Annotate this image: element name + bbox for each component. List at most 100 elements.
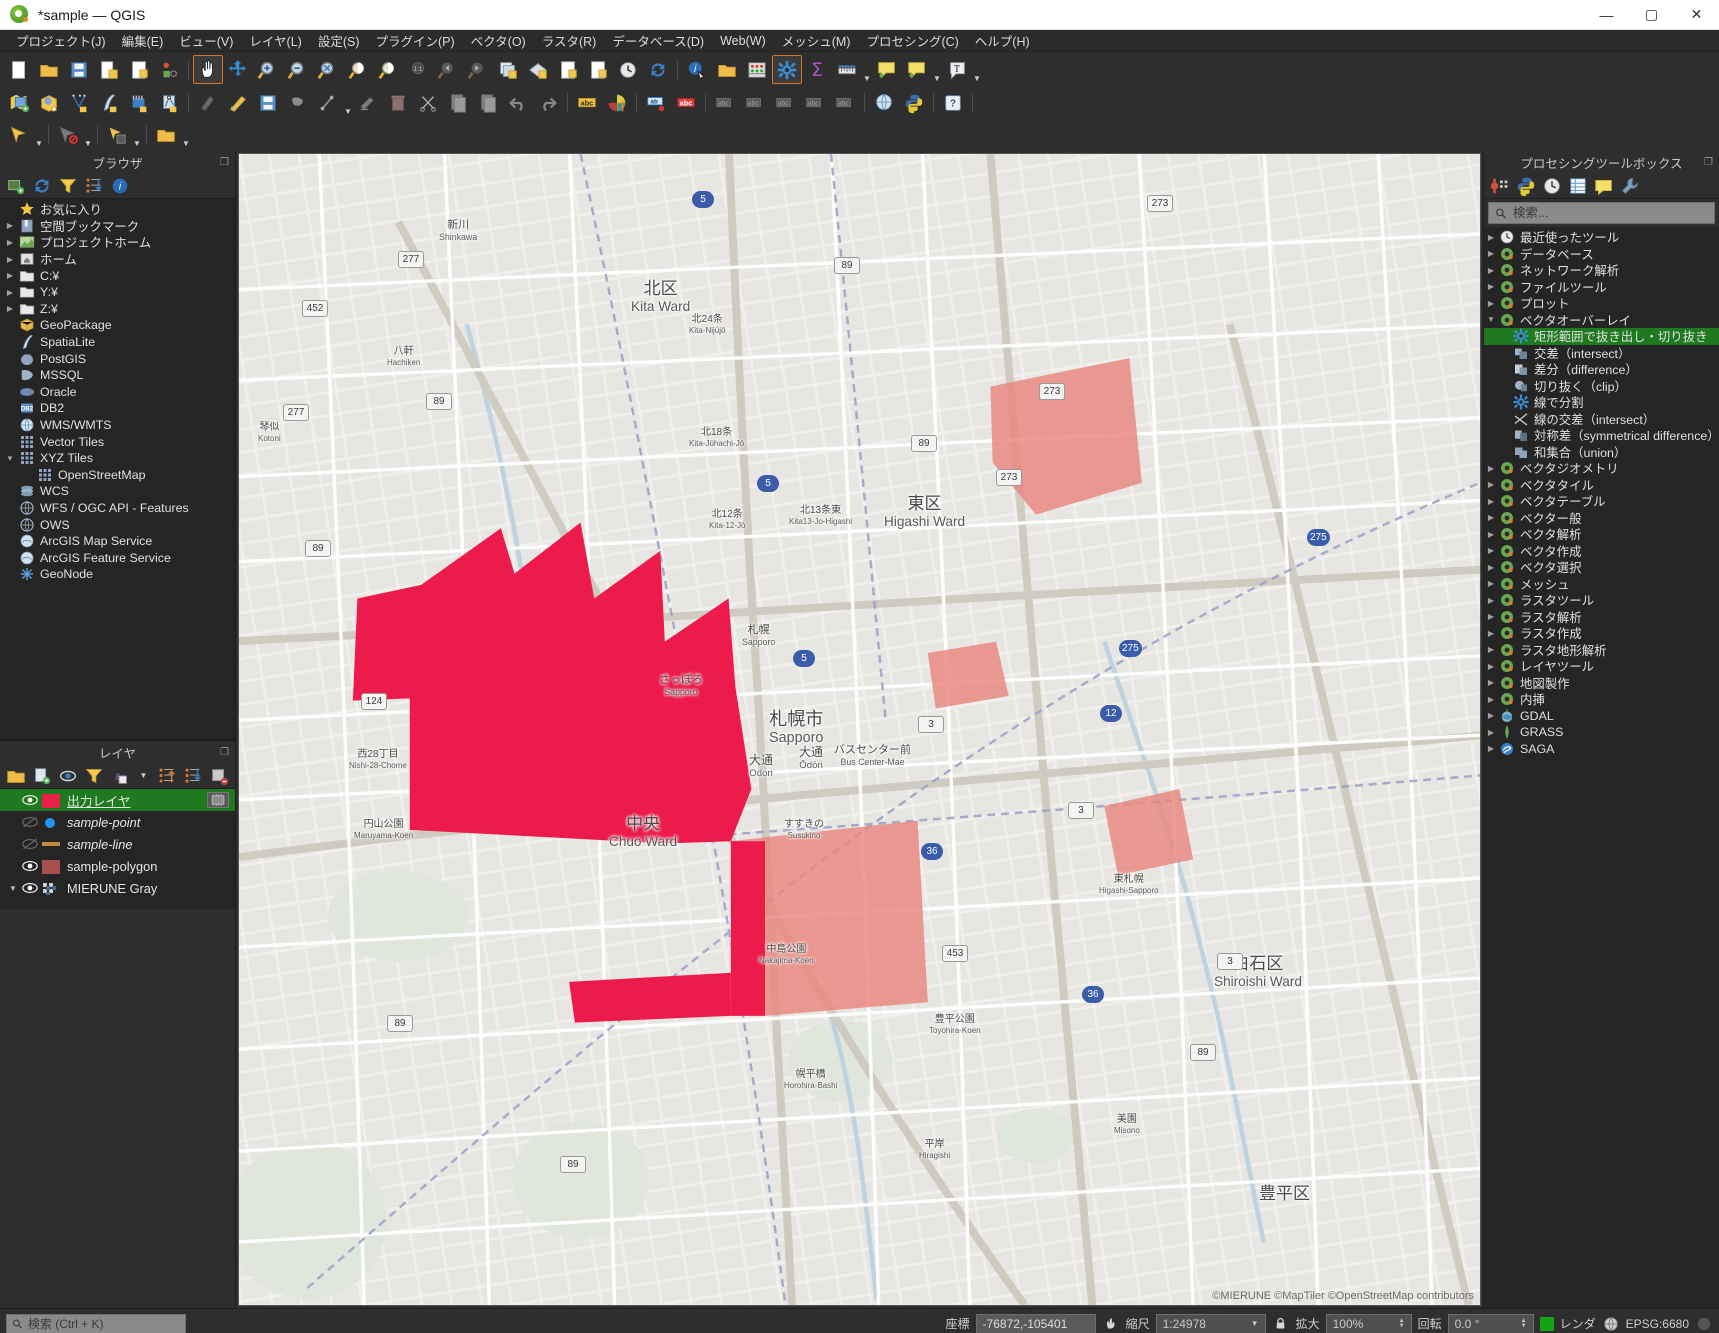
menu-item-11[interactable]: プロセシング(C) xyxy=(858,29,966,52)
pan-map-icon[interactable] xyxy=(193,55,223,84)
chevron-right-icon[interactable]: ▶ xyxy=(1484,464,1498,473)
history-icon[interactable] xyxy=(1540,175,1564,197)
add-feature-icon[interactable] xyxy=(283,89,313,118)
map-tips-icon[interactable] xyxy=(872,55,902,84)
eye-visible-icon[interactable] xyxy=(20,792,40,808)
coordinate-value[interactable]: -76872,-105401 xyxy=(975,1313,1096,1333)
processing-item-20[interactable]: ▶ ベクタ選択 xyxy=(1484,559,1719,576)
layer-row-3[interactable]: sample-polygon xyxy=(0,855,235,877)
undock-icon[interactable]: ❐ xyxy=(220,157,229,168)
processing-item-14[interactable]: ▶ ベクタジオメトリ xyxy=(1484,460,1719,477)
menu-item-5[interactable]: プラグイン(P) xyxy=(368,29,463,52)
results-viewer-icon[interactable] xyxy=(1566,175,1590,197)
processing-item-3[interactable]: ▶ ファイルツール xyxy=(1484,279,1719,296)
render-checkbox[interactable] xyxy=(1539,1316,1554,1331)
help-icon[interactable]: ? xyxy=(938,89,968,118)
menu-item-9[interactable]: Web(W) xyxy=(712,32,774,50)
chevron-right-icon[interactable]: ▶ xyxy=(1484,744,1498,753)
eye-hidden-icon[interactable] xyxy=(20,836,40,852)
delete-selected-icon[interactable] xyxy=(383,89,413,118)
new-3d-map-view-icon[interactable] xyxy=(523,55,553,84)
select-by-expression-dropdown-icon[interactable]: ▼ xyxy=(132,122,142,148)
processing-item-18[interactable]: ▶ ベクタ解析 xyxy=(1484,526,1719,543)
rotation-field[interactable]: 0.0 ° ▲ ▼ xyxy=(1447,1313,1534,1333)
add-vector-tile-layer-icon[interactable] xyxy=(154,89,184,118)
label-red-icon[interactable]: abc xyxy=(671,89,701,118)
chevron-right-icon[interactable]: ▶ xyxy=(1484,629,1498,638)
filter-legend-expression-icon[interactable]: ε xyxy=(108,765,132,787)
browser-properties-icon[interactable]: i xyxy=(108,175,132,197)
processing-item-19[interactable]: ▶ ベクタ作成 xyxy=(1484,543,1719,560)
chevron-right-icon[interactable]: ▶ xyxy=(1484,563,1498,572)
memory-layer-icon[interactable] xyxy=(207,792,229,808)
chevron-down-icon[interactable]: ▼ xyxy=(1484,315,1498,324)
layer-row-0[interactable]: 出力レイヤ xyxy=(0,789,235,811)
undo-icon[interactable] xyxy=(503,89,533,118)
browser-item-22[interactable]: GeoNode xyxy=(0,566,235,583)
undock-icon[interactable]: ❐ xyxy=(220,747,229,758)
processing-tree[interactable]: ▶ 最近使ったツール ▶ データベース ▶ ネットワーク解析 ▶ ファイルツール ▶ プロット ▼ ベ… xyxy=(1484,227,1719,1308)
chevron-right-icon[interactable]: ▶ xyxy=(1484,282,1498,291)
modify-attributes-icon[interactable] xyxy=(353,89,383,118)
open-layer-styling-icon[interactable] xyxy=(4,765,28,787)
collapse-all-icon[interactable] xyxy=(181,765,205,787)
chevron-right-icon[interactable]: ▶ xyxy=(1484,662,1498,671)
cut-features-icon[interactable] xyxy=(413,89,443,118)
menu-item-6[interactable]: ベクタ(O) xyxy=(463,29,534,52)
layer-row-2[interactable]: sample-line xyxy=(0,833,235,855)
field-calc-dropdown-icon[interactable]: ▼ xyxy=(181,122,191,148)
filter-browser-icon[interactable] xyxy=(56,175,80,197)
statistics-icon[interactable] xyxy=(742,55,772,84)
plugin-globe-icon[interactable] xyxy=(869,89,899,118)
menu-item-12[interactable]: ヘルプ(H) xyxy=(967,29,1038,52)
vertex-tool-dropdown-icon[interactable]: ▼ xyxy=(343,90,353,116)
chevron-right-icon[interactable]: ▶ xyxy=(1484,513,1498,522)
zoom-in-icon[interactable] xyxy=(253,55,283,84)
processing-item-2[interactable]: ▶ ネットワーク解析 xyxy=(1484,262,1719,279)
paste-features-icon[interactable] xyxy=(473,89,503,118)
new-project-icon[interactable] xyxy=(4,55,34,84)
chevron-right-icon[interactable]: ▶ xyxy=(1484,711,1498,720)
label-change-icon[interactable]: abc xyxy=(830,89,860,118)
processing-options-icon[interactable] xyxy=(1488,175,1512,197)
save-layer-edits-icon[interactable] xyxy=(253,89,283,118)
chevron-right-icon[interactable]: ▶ xyxy=(1484,695,1498,704)
processing-item-4[interactable]: ▶ プロット xyxy=(1484,295,1719,312)
crs-value[interactable]: EPSG:6680 xyxy=(1626,1317,1689,1331)
new-print-layout2-icon[interactable] xyxy=(553,55,583,84)
browser-tree[interactable]: お気に入り ▶ 空間ブックマーク ▶ プロジェクトホーム ▶ ホーム ▶ C:¥ ▶ Y:¥ ▶ Z:¥… xyxy=(0,199,235,739)
chevron-down-icon[interactable]: ▼ xyxy=(6,884,20,893)
temporal-controller-icon[interactable] xyxy=(613,55,643,84)
zoom-full-icon[interactable] xyxy=(313,55,343,84)
vertex-tool-icon[interactable] xyxy=(313,89,343,118)
add-layer-icon[interactable] xyxy=(4,175,28,197)
chevron-right-icon[interactable]: ▶ xyxy=(1484,728,1498,737)
locator-bar[interactable] xyxy=(6,1313,186,1333)
select-by-expression-icon[interactable] xyxy=(102,121,132,150)
label-yellow-icon[interactable]: abc xyxy=(572,89,602,118)
toggle-editing-icon[interactable] xyxy=(223,89,253,118)
copy-features-icon[interactable] xyxy=(443,89,473,118)
python-console-icon[interactable] xyxy=(899,89,929,118)
advanced-tools-icon[interactable] xyxy=(1618,175,1642,197)
save-project-as-icon[interactable] xyxy=(94,55,124,84)
processing-item-25[interactable]: ▶ ラスタ地形解析 xyxy=(1484,642,1719,659)
open-field-calculator-icon[interactable] xyxy=(151,121,181,150)
deselect-features-icon[interactable] xyxy=(53,121,83,150)
current-edits-icon[interactable] xyxy=(193,89,223,118)
menu-item-1[interactable]: 編集(E) xyxy=(114,29,172,52)
layer-row-4[interactable]: ▼ MIERUNE Gray xyxy=(0,877,235,899)
python-script-icon[interactable] xyxy=(1514,175,1538,197)
chevron-right-icon[interactable]: ▶ xyxy=(1484,233,1498,242)
chevron-right-icon[interactable]: ▶ xyxy=(2,271,18,280)
chevron-down-icon[interactable]: ▼ xyxy=(2,454,18,463)
chevron-right-icon[interactable]: ▶ xyxy=(2,255,18,264)
processing-item-30[interactable]: ▶ GRASS xyxy=(1484,724,1719,741)
processing-item-28[interactable]: ▶ 内挿 xyxy=(1484,691,1719,708)
menu-item-7[interactable]: ラスタ(R) xyxy=(534,29,605,52)
chevron-right-icon[interactable]: ▶ xyxy=(1484,480,1498,489)
menu-item-2[interactable]: ビュー(V) xyxy=(171,29,241,52)
processing-item-21[interactable]: ▶ メッシュ xyxy=(1484,576,1719,593)
undock-icon[interactable]: ❐ xyxy=(1704,157,1713,168)
identify-features-icon[interactable]: i xyxy=(682,55,712,84)
